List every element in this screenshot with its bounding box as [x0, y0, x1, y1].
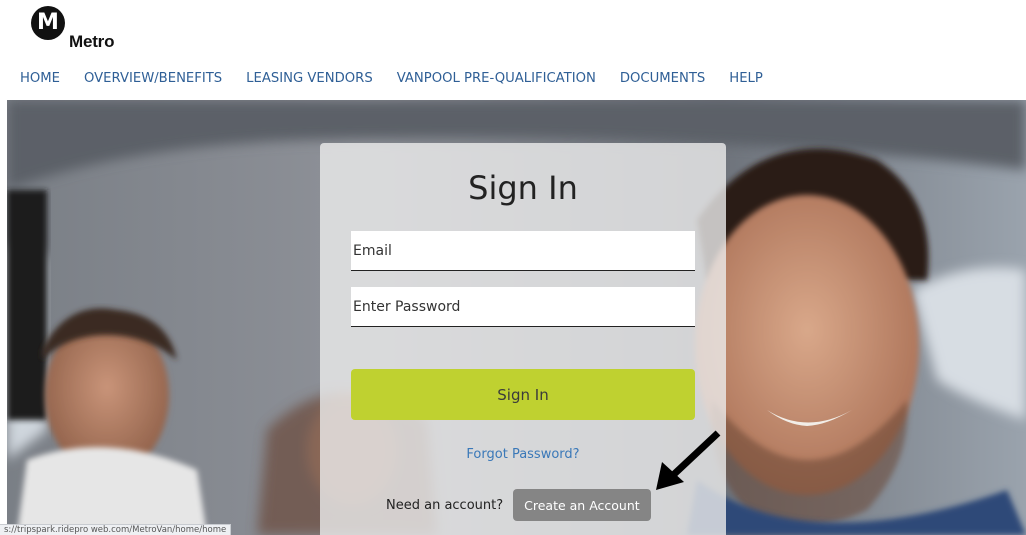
- metro-logo[interactable]: M Metro: [31, 6, 126, 52]
- nav-item-overview-benefits[interactable]: OVERVIEW/BENEFITS: [84, 71, 222, 86]
- annotation-arrow-icon: [656, 430, 721, 490]
- site-header: M Metro HOME OVERVIEW/BENEFITS LEASING V…: [0, 0, 1026, 100]
- create-account-row: Need an account? Create an Account: [386, 489, 651, 521]
- main-nav: HOME OVERVIEW/BENEFITS LEASING VENDORS V…: [20, 71, 787, 86]
- email-input[interactable]: [351, 231, 695, 271]
- browser-status-url: s://tripspark.ridepro web.com/MetroVan/h…: [0, 524, 232, 535]
- metro-logo-word: Metro: [69, 32, 115, 51]
- page: M Metro HOME OVERVIEW/BENEFITS LEASING V…: [0, 0, 1026, 535]
- metro-logo-mark: M: [31, 6, 65, 40]
- nav-item-help[interactable]: HELP: [729, 71, 763, 86]
- need-account-text: Need an account?: [386, 497, 504, 513]
- nav-item-home[interactable]: HOME: [20, 71, 60, 86]
- sign-in-button[interactable]: Sign In: [351, 369, 695, 420]
- create-account-button[interactable]: Create an Account: [513, 489, 651, 521]
- nav-item-documents[interactable]: DOCUMENTS: [620, 71, 705, 86]
- password-input[interactable]: [351, 287, 695, 327]
- sign-in-title: Sign In: [468, 169, 578, 207]
- nav-item-vanpool-pre-qualification[interactable]: VANPOOL PRE-QUALIFICATION: [397, 71, 596, 86]
- nav-item-leasing-vendors[interactable]: LEASING VENDORS: [246, 71, 373, 86]
